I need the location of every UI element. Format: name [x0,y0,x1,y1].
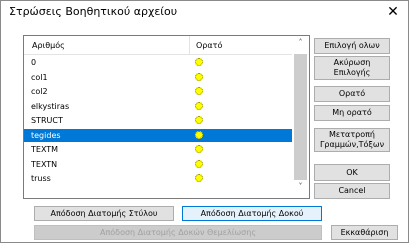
layer-name: col1 [31,72,48,82]
cancel-button[interactable]: Cancel [314,183,390,199]
title-bar: Στρώσεις Βοηθητικού αρχείου ✕ [1,1,408,23]
lightbulb-on-icon[interactable] [195,87,203,95]
visibility-cell[interactable] [193,100,231,113]
visibility-cell[interactable] [193,114,231,127]
list-header: Αριθμός Ορατό [24,36,292,55]
list-item[interactable]: col1 [24,71,292,84]
visibility-cell[interactable] [193,85,231,98]
dialog-window: Στρώσεις Βοηθητικού αρχείου ✕ Αριθμός Ορ… [0,0,409,243]
assign-column-section-button[interactable]: Απόδοση Διατομής Στύλου [34,206,174,221]
list-item[interactable]: truss [24,172,292,185]
lightbulb-on-icon[interactable] [195,116,203,124]
layer-name: col2 [31,87,48,96]
clear-button[interactable]: Εκκαθάριση [331,225,398,240]
ok-button[interactable]: OK [314,164,390,181]
scroll-down-icon[interactable]: ˅ [292,182,309,196]
vertical-scrollbar[interactable]: ˄ ˅ [292,36,309,198]
layer-name: 0 [31,58,37,67]
visibility-cell[interactable] [193,128,231,142]
visibility-cell[interactable] [193,56,231,69]
lightbulb-on-icon[interactable] [195,72,203,81]
visibility-cell[interactable] [193,172,231,185]
assign-foundation-beam-section-button: Απόδοση Διατομής Δοκών Θεμελίωσης [34,225,322,240]
select-all-button[interactable]: Επιλογή ολων [314,38,390,54]
lightbulb-on-icon[interactable] [195,130,203,139]
visibility-cell[interactable] [193,71,231,84]
list-item[interactable]: TEXTM [24,143,292,156]
assign-beam-section-button[interactable]: Απόδοση Διατομής Δοκού [182,206,322,221]
visibility-cell[interactable] [193,158,231,171]
layer-name: TEXTM [31,145,59,154]
scroll-up-icon[interactable]: ˄ [292,38,309,52]
list-item[interactable]: tegides [24,128,292,142]
column-header-visible[interactable]: Ορατό [196,41,222,50]
list-item[interactable]: col2 [24,85,292,98]
list-item[interactable]: elkystiras [24,100,292,113]
scrollbar-thumb[interactable] [294,54,307,180]
close-icon[interactable]: ✕ [382,2,404,22]
cancel-selection-button[interactable]: Ακύρωση Επιλογής [314,56,390,80]
lightbulb-on-icon[interactable] [195,174,203,182]
lightbulb-on-icon[interactable] [195,145,203,153]
not-visible-button[interactable]: Μη ορατό [314,105,390,121]
column-divider[interactable] [189,36,190,54]
convert-lines-arcs-button[interactable]: Μετατροπή Γραμμών,Τόξων [314,128,390,152]
layer-name: STRUCT [31,116,63,125]
list-item[interactable]: TEXTN [24,158,292,171]
layer-name: truss [31,174,51,183]
lightbulb-on-icon[interactable] [195,159,203,168]
layer-name: elkystiras [31,101,70,111]
column-header-name[interactable]: Αριθμός [32,41,65,50]
layer-name: tegides [31,130,61,140]
visibility-cell[interactable] [193,143,231,156]
list-item[interactable]: STRUCT [24,114,292,127]
visible-button[interactable]: Ορατό [314,86,390,102]
layer-name: TEXTN [31,159,58,169]
layers-list[interactable]: Αριθμός Ορατό 0 col1 col2 elkystiras STRUCT t… [23,35,310,199]
lightbulb-on-icon[interactable] [195,58,203,66]
lightbulb-on-icon[interactable] [195,101,203,110]
window-title: Στρώσεις Βοηθητικού αρχείου [9,5,178,18]
list-item[interactable]: 0 [24,56,292,69]
